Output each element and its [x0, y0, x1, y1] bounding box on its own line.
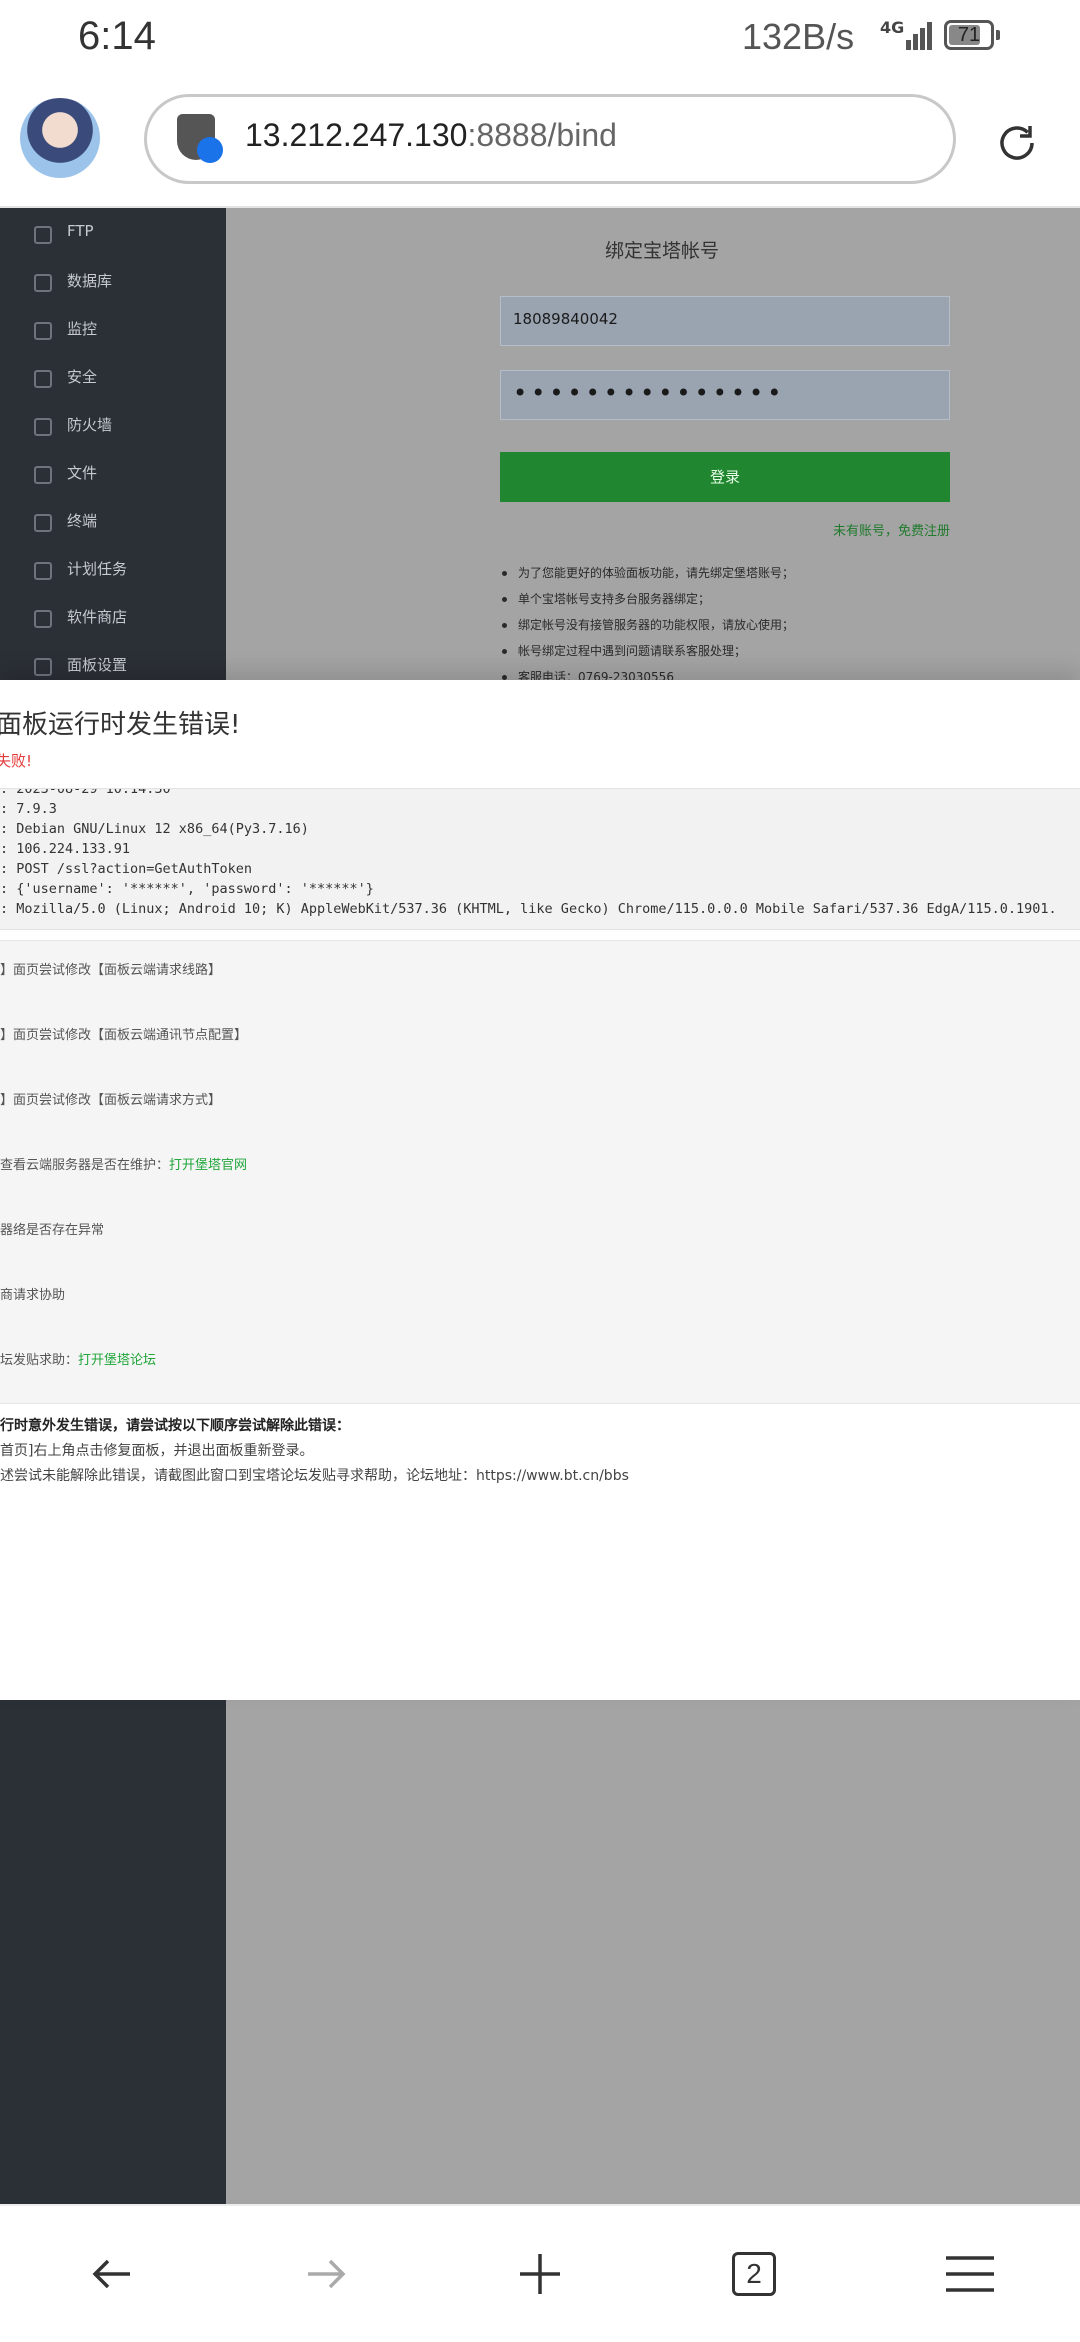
step-text: 器络是否存在异常: [0, 1223, 105, 1238]
sidebar-item-label: 数据库: [67, 272, 113, 290]
step-item: 】面页尝试修改【面板云端请求方式】: [0, 1089, 221, 1108]
forward-icon[interactable]: [298, 2246, 354, 2302]
password-field[interactable]: •••••••••••••••: [500, 370, 950, 420]
step-text: 】面页尝试修改【面板云端请求线路】: [0, 963, 222, 978]
step-item: 商请求协助: [0, 1284, 65, 1303]
step-text: 查看云端服务器是否在维护：: [0, 1158, 170, 1173]
step-item: 坛发贴求助：打开堡塔论坛: [0, 1349, 156, 1368]
url-path: :8888/bind: [467, 117, 617, 153]
troubleshoot-steps: 】面页尝试修改【面板云端请求线路】 】面页尝试修改【面板云端通讯节点配置】 】面…: [0, 940, 1080, 1404]
battery-tip: [996, 30, 1000, 40]
sidebar-item-store[interactable]: 软件商店: [30, 602, 220, 632]
signal-icon: [898, 20, 932, 50]
step-text: 商请求协助: [0, 1288, 66, 1303]
note-item: 帐号绑定过程中遇到问题请联系客服处理；: [500, 638, 1060, 664]
calendar-icon: [34, 562, 52, 580]
sidebar-item-ftp[interactable]: FTP: [30, 218, 220, 248]
form-title: 绑定宝塔帐号: [604, 240, 719, 262]
tip-item: 述尝试未能解除此错误，请截图此窗口到宝塔论坛发贴寻求帮助，论坛地址：https:…: [0, 1468, 629, 1484]
apps-icon: [34, 610, 52, 628]
log-line: : Debian GNU/Linux 12 x86_64(Py3.7.16): [0, 821, 309, 837]
sidebar-item-label: 安全: [67, 368, 98, 386]
step-item: 】面页尝试修改【面板云端请求线路】: [0, 959, 221, 978]
network-speed: 132B/s: [742, 16, 855, 57]
login-button[interactable]: 登录: [500, 452, 950, 502]
error-log: : 2023-08-29 10:14:30 : 7.9.3 : Debian G…: [0, 788, 1080, 930]
note-item: 单个宝塔帐号支持多台服务器绑定；: [500, 586, 1060, 612]
sidebar-item-label: 终端: [67, 512, 98, 530]
sidebar-item-settings[interactable]: 面板设置: [30, 650, 220, 680]
sidebar-item-label: 监控: [67, 320, 98, 338]
sidebar-item-label: 面板设置: [67, 656, 128, 674]
battery-icon: 71: [944, 20, 994, 50]
ftp-icon: [34, 226, 52, 244]
sidebar-item-cron[interactable]: 计划任务: [30, 554, 220, 584]
log-line: : Mozilla/5.0 (Linux; Android 10; K) App…: [0, 901, 1057, 917]
sidebar-item-label: FTP: [67, 222, 94, 240]
register-link[interactable]: 未有账号，免费注册: [833, 520, 950, 539]
sidebar-item-firewall[interactable]: 防火墙: [30, 410, 220, 440]
note-item: 为了您能更好的体验面板功能，请先绑定堡塔账号；: [500, 560, 1060, 586]
tips-title: 行时意外发生错误，请尝试按以下顺序尝试解除此错误：: [0, 1418, 350, 1434]
browser-bottom-bar: 2: [0, 2204, 1080, 2342]
settings-icon: [34, 658, 52, 676]
url-host: 13.212.247.130: [245, 117, 468, 153]
sidebar-item-terminal[interactable]: 终端: [30, 506, 220, 536]
sidebar-item-label: 文件: [67, 464, 98, 482]
sidebar-item-files[interactable]: 文件: [30, 458, 220, 488]
bind-notes: 为了您能更好的体验面板功能，请先绑定堡塔账号； 单个宝塔帐号支持多台服务器绑定；…: [500, 560, 1060, 690]
new-tab-icon[interactable]: [512, 2246, 568, 2302]
tab-count: 2: [732, 2252, 776, 2296]
terminal-icon: [34, 514, 52, 532]
status-bar: 6:14 132B/s 4G 71: [0, 0, 1080, 80]
sidebar-item-label: 防火墙: [67, 416, 113, 434]
security-icon: [34, 370, 52, 388]
tip-item: 首页]右上角点击修复面板，并退出面板重新登录。: [0, 1443, 314, 1459]
back-icon[interactable]: [84, 2246, 140, 2302]
bind-account-form: 绑定宝塔帐号 18089840042 ••••••••••••••• 登录 未有…: [244, 208, 1080, 684]
folder-icon: [34, 466, 52, 484]
monitor-icon: [34, 322, 52, 340]
log-line: : {'username': '******', 'password': '**…: [0, 881, 374, 897]
step-text: 坛发贴求助：: [0, 1353, 79, 1368]
web-content: FTP 数据库 监控 安全 防火墙 文件 终端 计划任务 软件商店 面板设置 绑…: [0, 208, 1080, 2204]
step-text: 】面页尝试修改【面板云端请求方式】: [0, 1093, 222, 1108]
step-item: 器络是否存在异常: [0, 1219, 104, 1238]
log-line: : POST /ssl?action=GetAuthToken: [0, 861, 252, 877]
profile-avatar[interactable]: [20, 98, 100, 178]
official-site-link[interactable]: 打开堡塔官网: [169, 1158, 247, 1173]
step-item: 】面页尝试修改【面板云端通讯节点配置】: [0, 1024, 247, 1043]
username-field[interactable]: 18089840042: [500, 296, 950, 346]
forum-link[interactable]: 打开堡塔论坛: [78, 1353, 156, 1368]
error-title: 面板运行时发生错误!: [0, 710, 241, 740]
error-dialog: 面板运行时发生错误! 失败! : 2023-08-29 10:14:30 : 7…: [0, 680, 1080, 1700]
note-item: 绑定帐号没有接管服务器的功能权限，请放心使用；: [500, 612, 1060, 638]
step-item: 查看云端服务器是否在维护：打开堡塔官网: [0, 1154, 247, 1173]
sidebar-item-label: 计划任务: [67, 560, 128, 578]
sidebar-item-monitor[interactable]: 监控: [30, 314, 220, 344]
password-mask: •••••••••••••••: [513, 379, 786, 407]
error-subtitle: 失败!: [0, 752, 33, 770]
url-text[interactable]: 13.212.247.130:8888/bind: [245, 117, 617, 154]
menu-icon[interactable]: [942, 2246, 998, 2302]
step-text: 】面页尝试修改【面板云端通讯节点配置】: [0, 1028, 248, 1043]
browser-toolbar: 13.212.247.130:8888/bind: [0, 80, 1080, 208]
log-line: : 106.224.133.91: [0, 841, 131, 857]
sidebar-item-label: 软件商店: [67, 608, 128, 626]
tabs-button[interactable]: 2: [732, 2252, 788, 2308]
sidebar-item-security[interactable]: 安全: [30, 362, 220, 392]
log-line: : 2023-08-29 10:14:30: [0, 788, 171, 797]
sidebar-item-database[interactable]: 数据库: [30, 266, 220, 296]
reload-icon[interactable]: [994, 120, 1040, 166]
log-line: : 7.9.3: [0, 801, 57, 817]
battery-level: 71: [957, 24, 981, 46]
database-icon: [34, 274, 52, 292]
firewall-icon: [34, 418, 52, 436]
username-value: 18089840042: [513, 310, 618, 328]
address-bar[interactable]: 13.212.247.130:8888/bind: [144, 94, 956, 184]
clock: 6:14: [78, 14, 156, 58]
security-badge-icon: [197, 137, 223, 163]
